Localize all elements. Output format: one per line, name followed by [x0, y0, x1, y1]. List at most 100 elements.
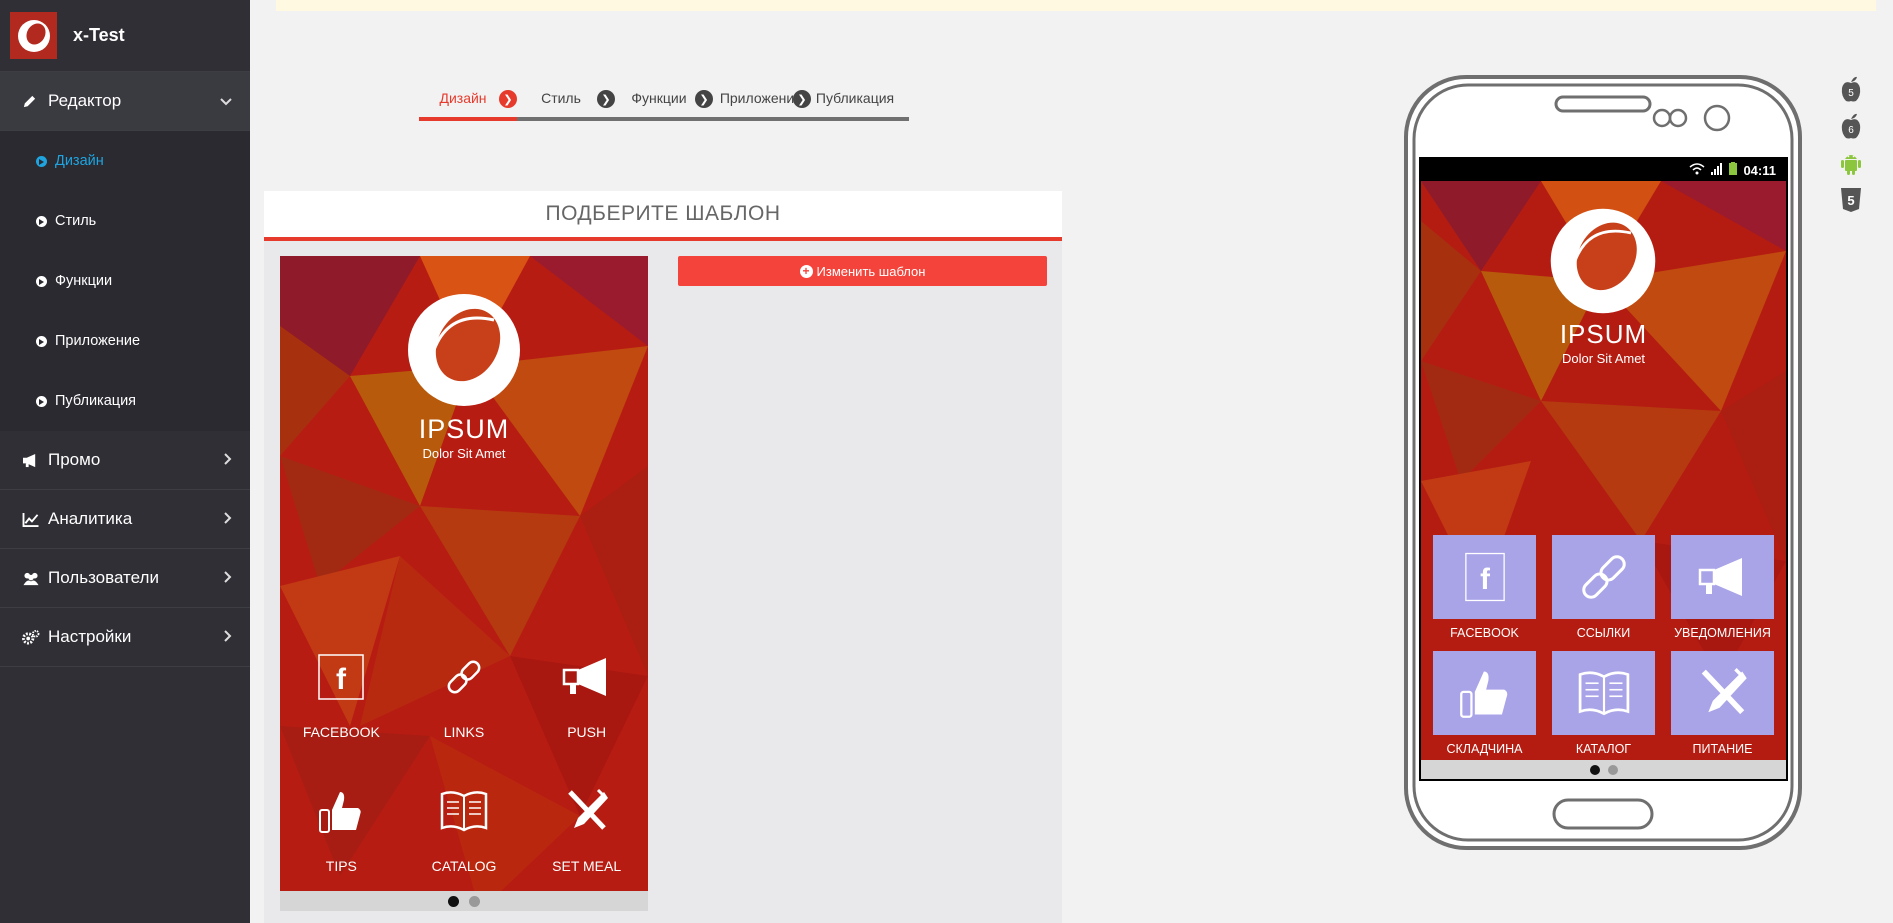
step-application[interactable]: Приложени ❯ [713, 78, 811, 121]
apple-ios5-icon: 5 [1841, 76, 1861, 101]
pager-dot-active[interactable] [1589, 764, 1600, 775]
chevron-right-icon [224, 629, 232, 645]
sidebar-section-label: Пользователи [48, 568, 159, 587]
platform-ios6[interactable]: 6 [1838, 112, 1864, 139]
platform-html5[interactable]: 5 [1838, 186, 1864, 213]
sidebar-section-label: Редактор [48, 91, 122, 110]
sidebar-section-editor[interactable]: Редактор [0, 72, 250, 131]
megaphone-icon [1698, 558, 1742, 596]
phone-app-tagline: Dolor Sit Amet [1561, 351, 1646, 366]
editor-submenu: Дизайн Стиль Функции Приложение Публикац… [0, 131, 250, 431]
html5-icon: 5 [1841, 187, 1861, 212]
chart-line-icon [22, 512, 44, 527]
phone-pager [1421, 760, 1786, 779]
svg-text:f: f [336, 663, 347, 696]
phone-screen: 04:11 IPSUM Dolor Sit Amet f FACEBOOK СС… [1421, 159, 1786, 779]
template-preview[interactable]: IPSUM Dolor Sit Amet f FACEBOOK LINKS PU… [280, 256, 648, 911]
step-label: Стиль [541, 89, 581, 106]
sidebar-item-application[interactable]: Приложение [0, 311, 250, 371]
megaphone-icon [22, 453, 44, 468]
step-label: Публикация [815, 89, 895, 106]
facebook-icon: f [318, 654, 365, 700]
sidebar-item-functions[interactable]: Функции [0, 251, 250, 311]
facebook-icon: f [1464, 552, 1505, 602]
brand-title: x-Test [73, 25, 125, 45]
svg-text:f: f [1480, 563, 1490, 596]
sidebar-item-publication[interactable]: Публикация [0, 371, 250, 431]
preview-item-label: FACEBOOK [302, 724, 380, 740]
step-label: Приложени [719, 89, 795, 106]
step-label: Дизайн [439, 89, 487, 106]
sidebar-item-design[interactable]: Дизайн [0, 131, 250, 191]
chevron-down-icon [220, 93, 232, 109]
chevron-circle-icon [36, 395, 47, 407]
pager-dot[interactable] [1607, 764, 1618, 775]
chevron-right-circle-icon: ❯ [499, 90, 517, 108]
preview-item-links[interactable]: LINKS [403, 654, 526, 788]
phone-tile-food[interactable]: ПИТАНИЕ [1671, 651, 1774, 767]
phone-status-bar: 04:11 [1421, 159, 1786, 181]
platform-android[interactable] [1838, 149, 1864, 176]
phone-tile-label: ССЫЛКИ [1576, 626, 1631, 640]
chevron-circle-icon [36, 215, 47, 227]
pager-dot[interactable] [469, 895, 480, 907]
sidebar-item-style[interactable]: Стиль [0, 191, 250, 251]
preview-item-label: TIPS [325, 858, 357, 874]
brand[interactable]: x-Test [0, 0, 250, 72]
platform-ios5[interactable]: 5 [1838, 75, 1864, 102]
sidebar: x-Test Редактор Дизайн Стиль Функции При… [0, 0, 250, 923]
sidebar-section-users[interactable]: Пользователи [0, 549, 250, 608]
phone-tile-pooling[interactable]: СКЛАДЧИНА [1433, 651, 1536, 767]
sidebar-section-label: Промо [48, 450, 101, 469]
phone-tile-links[interactable]: ССЫЛКИ [1552, 535, 1655, 651]
app-root: x-Test Редактор Дизайн Стиль Функции При… [0, 0, 1893, 923]
utensils-icon [567, 788, 608, 830]
gears-icon [22, 629, 44, 645]
preview-item-label: LINKS [443, 724, 485, 740]
step-style[interactable]: Стиль ❯ [517, 78, 615, 121]
preview-app-name: IPSUM [418, 414, 510, 444]
sidebar-section-settings[interactable]: Настройки [0, 608, 250, 667]
phone-app-name: IPSUM [1559, 319, 1648, 349]
change-template-label: Изменить шаблон [816, 263, 926, 279]
step-publication[interactable]: Публикация [811, 78, 909, 121]
chevron-right-icon [224, 570, 232, 586]
platform-selector: 5 6 5 [1838, 75, 1864, 213]
phone-tile-notifications[interactable]: УВЕДОМЛЕНИЯ [1671, 535, 1774, 651]
link-icon [447, 660, 481, 694]
thumbs-up-icon [1459, 671, 1507, 718]
chevron-right-icon [224, 452, 232, 468]
apple-ios6-icon: 6 [1841, 113, 1861, 138]
phone-mockup: 04:11 IPSUM Dolor Sit Amet f FACEBOOK СС… [1404, 75, 1802, 850]
book-icon [440, 791, 488, 832]
preview-item-push[interactable]: PUSH [525, 654, 648, 788]
app-logo-icon [1550, 208, 1656, 314]
step-label: Функции [631, 89, 687, 106]
wizard-steps: Дизайн ❯ Стиль ❯ Функции ❯ Приложени ❯ Публи… [419, 78, 909, 121]
sidebar-item-label: Приложение [55, 333, 141, 349]
notice-bar [276, 0, 1876, 11]
sidebar-section-analytics[interactable]: Аналитика [0, 490, 250, 549]
change-template-button[interactable]: + Изменить шаблон [678, 256, 1047, 286]
link-icon [1581, 555, 1626, 599]
brand-logo-icon [10, 12, 57, 59]
platform-version: 5 [1848, 88, 1854, 99]
preview-item-label: SET MEAL [552, 858, 622, 874]
step-functions[interactable]: Функции ❯ [615, 78, 713, 121]
preview-pager [280, 891, 648, 911]
chevron-right-icon [224, 511, 232, 527]
phone-tile-catalog[interactable]: КАТАЛОГ [1552, 651, 1655, 767]
plus-circle-icon: + [799, 264, 813, 278]
step-design[interactable]: Дизайн ❯ [419, 78, 517, 121]
sidebar-item-label: Публикация [55, 393, 137, 409]
sidebar-section-label: Настройки [48, 627, 132, 646]
template-panel: ПОДБЕРИТЕ ШАБЛОН IPSUM Dolor Sit Amet f … [264, 191, 1062, 923]
platform-version: 6 [1848, 125, 1854, 136]
sidebar-section-promo[interactable]: Промо [0, 431, 250, 490]
preview-item-facebook[interactable]: f FACEBOOK [280, 654, 403, 788]
phone-tile-facebook[interactable]: f FACEBOOK [1433, 535, 1536, 651]
preview-icon-grid: f FACEBOOK LINKS PUSH TIPS CATALOG SET M… [280, 654, 648, 911]
signal-icon [1711, 162, 1723, 178]
pager-dot-active[interactable] [448, 895, 459, 907]
phone-time: 04:11 [1743, 162, 1776, 178]
